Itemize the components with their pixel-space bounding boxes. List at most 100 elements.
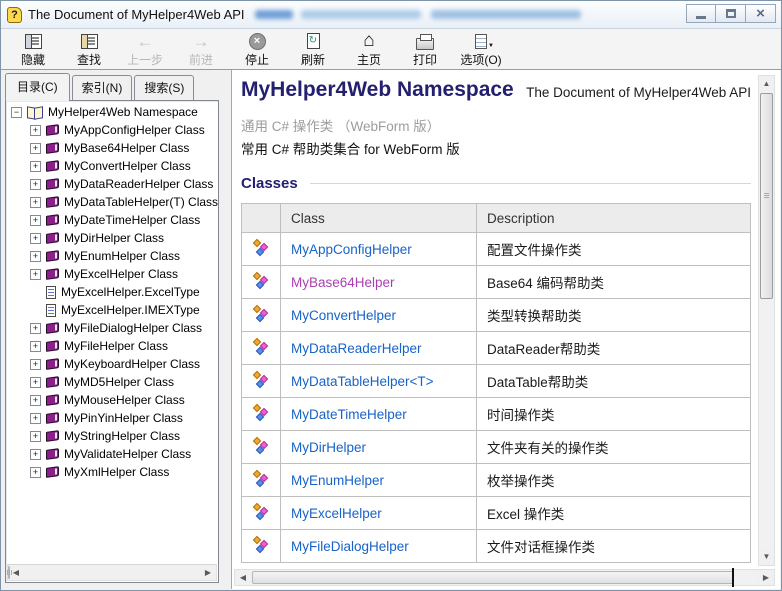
class-description: 文件对话框操作类 xyxy=(477,530,751,563)
options-icon xyxy=(475,32,487,50)
toolbar-button-options[interactable]: 选项(O) xyxy=(453,32,509,68)
toolbar-button-stop[interactable]: × 停止 xyxy=(229,32,285,68)
table-row: MyDirHelper 文件夹有关的操作类 xyxy=(242,431,751,464)
tree-item[interactable]: + MyPinYinHelper Class xyxy=(6,409,218,427)
expander-icon[interactable]: + xyxy=(30,377,41,388)
tree-item[interactable]: MyExcelHelper.ExcelType xyxy=(6,283,218,301)
navigation-sidebar: 目录(C)索引(N)搜索(S) − MyHelper4Web Namespace… xyxy=(1,70,225,590)
tree-item[interactable]: + MyExcelHelper Class xyxy=(6,265,218,283)
expander-icon[interactable]: + xyxy=(30,431,41,442)
toolbar-button-hide[interactable]: 隐藏 xyxy=(5,32,61,68)
tree-item[interactable]: + MyDataTableHelper(T) Class xyxy=(6,193,218,211)
scroll-right-arrow[interactable]: ▶ xyxy=(200,565,216,580)
class-description: DataTable帮助类 xyxy=(477,365,751,398)
tree-item[interactable]: + MyKeyboardHelper Class xyxy=(6,355,218,373)
class-link[interactable]: MyEnumHelper xyxy=(291,473,384,488)
title-bar[interactable]: ? The Document of MyHelper4Web API × xyxy=(1,1,781,29)
expander-icon[interactable]: + xyxy=(30,395,41,406)
expander-icon[interactable]: + xyxy=(30,251,41,262)
toolbar-button-refresh[interactable]: ↻ 刷新 xyxy=(285,32,341,68)
class-link[interactable]: MyExcelHelper xyxy=(291,506,382,521)
tree-item[interactable]: + MyDateTimeHelper Class xyxy=(6,211,218,229)
tree-item[interactable]: + MyAppConfigHelper Class xyxy=(6,121,218,139)
class-link[interactable]: MyDirHelper xyxy=(291,440,366,455)
book-icon xyxy=(46,376,59,388)
tree-item[interactable]: + MyMouseHelper Class xyxy=(6,391,218,409)
tab-contents[interactable]: 目录(C) xyxy=(5,73,70,101)
class-icon xyxy=(252,371,270,388)
tree-item[interactable]: + MyMD5Helper Class xyxy=(6,373,218,391)
table-row: MyEnumHelper 枚举操作类 xyxy=(242,464,751,497)
scrollbar-grip xyxy=(764,193,769,198)
tree-item[interactable]: + MyValidateHelper Class xyxy=(6,445,218,463)
scrollbar-thumb[interactable] xyxy=(760,93,773,299)
expander-icon[interactable]: + xyxy=(30,143,41,154)
tree-item[interactable]: + MyDirHelper Class xyxy=(6,229,218,247)
class-description: DataReader帮助类 xyxy=(477,332,751,365)
expander-icon[interactable]: + xyxy=(30,323,41,334)
back-icon: ← xyxy=(137,32,154,50)
tree-item[interactable]: MyExcelHelper.IMEXType xyxy=(6,301,218,319)
expander-icon[interactable]: − xyxy=(11,107,22,118)
toolbar-button-back: ← 上一步 xyxy=(117,32,173,68)
tree-item[interactable]: + MyDataReaderHelper Class xyxy=(6,175,218,193)
expander-icon[interactable]: + xyxy=(30,467,41,478)
doc-icon xyxy=(46,286,56,299)
tree-item[interactable]: + MyConvertHelper Class xyxy=(6,157,218,175)
toolbar-button-forward: → 前进 xyxy=(173,32,229,68)
toolbar-button-home[interactable]: ⌂ 主页 xyxy=(341,32,397,68)
class-link[interactable]: MyConvertHelper xyxy=(291,308,396,323)
expander-icon[interactable]: + xyxy=(30,359,41,370)
expander-icon[interactable]: + xyxy=(30,233,41,244)
toolbar-button-print[interactable]: 打印 xyxy=(397,32,453,68)
book-icon xyxy=(46,412,59,424)
tab-search[interactable]: 搜索(S) xyxy=(134,75,194,100)
tree-item[interactable]: + MyFileHelper Class xyxy=(6,337,218,355)
book-icon xyxy=(46,196,59,208)
scroll-right-arrow[interactable]: ▶ xyxy=(758,570,774,585)
minimize-button[interactable] xyxy=(686,4,716,23)
subtitle-secondary: 通用 C# 操作类 （WebForm 版） xyxy=(241,115,751,135)
expander-icon[interactable]: + xyxy=(30,197,41,208)
expander-icon[interactable]: + xyxy=(30,215,41,226)
scroll-up-arrow[interactable]: ▲ xyxy=(759,76,774,92)
maximize-button[interactable] xyxy=(716,4,746,23)
class-icon xyxy=(252,437,270,454)
tree-item[interactable]: + MyBase64Helper Class xyxy=(6,139,218,157)
class-icon xyxy=(252,470,270,487)
scrollbar-grip xyxy=(5,570,12,575)
toolbar-button-locate[interactable]: 查找 xyxy=(61,32,117,68)
scroll-left-arrow[interactable]: ◀ xyxy=(235,570,251,585)
scrollbar-thumb[interactable] xyxy=(8,566,10,579)
tree-horizontal-scrollbar[interactable]: ◀ ▶ xyxy=(7,564,217,581)
class-link[interactable]: MyDataTableHelper<T> xyxy=(291,374,434,389)
class-link[interactable]: MyFileDialogHelper xyxy=(291,539,409,554)
tree-item[interactable]: − MyHelper4Web Namespace xyxy=(6,103,218,121)
class-link[interactable]: MyAppConfigHelper xyxy=(291,242,412,257)
tree-item[interactable]: + MyXmlHelper Class xyxy=(6,463,218,481)
book-icon xyxy=(46,178,59,190)
tree-item[interactable]: + MyFileDialogHelper Class xyxy=(6,319,218,337)
expander-icon[interactable]: + xyxy=(30,125,41,136)
expander-icon[interactable]: + xyxy=(30,269,41,280)
forward-icon: → xyxy=(193,32,210,50)
class-link[interactable]: MyBase64Helper xyxy=(291,275,395,290)
expander-icon[interactable]: + xyxy=(30,449,41,460)
class-icon xyxy=(252,503,270,520)
close-button[interactable]: × xyxy=(746,4,776,23)
expander-icon[interactable]: + xyxy=(30,413,41,424)
expander-icon[interactable]: + xyxy=(30,179,41,190)
expander-icon[interactable]: + xyxy=(30,161,41,172)
topic-vertical-scrollbar[interactable]: ▲ ▼ xyxy=(758,75,775,566)
tree-item[interactable]: + MyStringHelper Class xyxy=(6,427,218,445)
tree-item[interactable]: + MyEnumHelper Class xyxy=(6,247,218,265)
scrollbar-thumb[interactable] xyxy=(252,571,734,584)
class-link[interactable]: MyDataReaderHelper xyxy=(291,341,422,356)
class-link[interactable]: MyDateTimeHelper xyxy=(291,407,407,422)
scroll-down-arrow[interactable]: ▼ xyxy=(759,549,774,565)
tab-index[interactable]: 索引(N) xyxy=(72,75,133,100)
topic-horizontal-scrollbar[interactable]: ◀ ▶ xyxy=(234,569,775,586)
expander-icon[interactable]: + xyxy=(30,341,41,352)
book-icon xyxy=(46,268,59,280)
class-icon xyxy=(252,239,270,256)
